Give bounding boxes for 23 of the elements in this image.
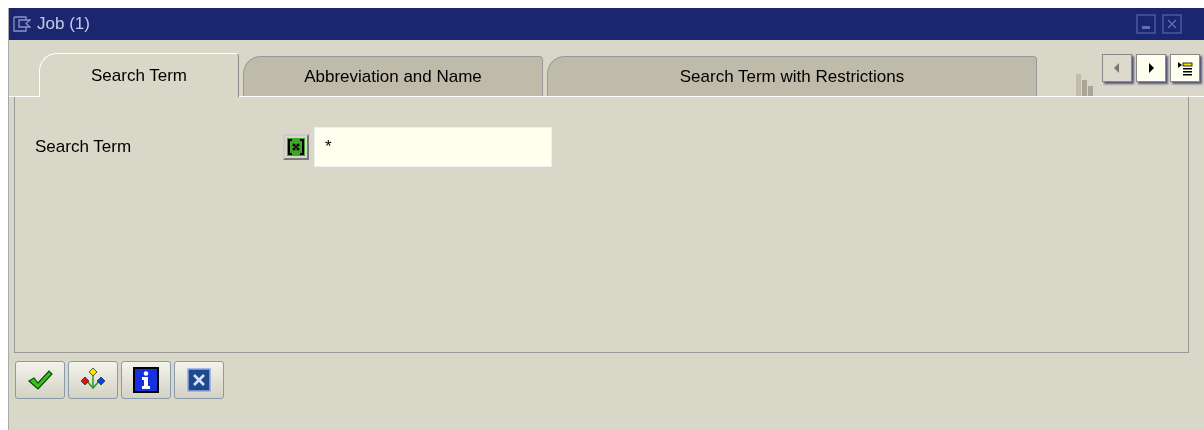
window-icon (13, 16, 31, 32)
tab-list-button[interactable] (1170, 54, 1200, 82)
hierarchy-button[interactable] (68, 361, 118, 399)
close-icon[interactable] (1162, 14, 1182, 34)
scroll-right-button[interactable] (1136, 54, 1166, 82)
tab[interactable]: Search Term with Restrictions (547, 56, 1037, 96)
info-button[interactable] (121, 361, 171, 399)
field-label: Search Term (34, 137, 133, 157)
info-icon (133, 367, 159, 393)
tab[interactable]: Abbreviation and Name (243, 56, 543, 96)
window-title: Job (1) (37, 14, 90, 34)
checkmark-icon (27, 369, 53, 391)
tab[interactable]: Search Term (39, 53, 239, 97)
list-icon (1177, 60, 1193, 76)
right-arrow-icon (1146, 62, 1156, 74)
cancel-button[interactable] (174, 361, 224, 399)
minimize-icon[interactable] (1136, 14, 1156, 34)
close-icon (187, 368, 211, 392)
left-arrow-icon (1112, 62, 1122, 74)
search-help-icon (286, 137, 306, 157)
search-help-button[interactable] (283, 134, 309, 160)
confirm-button[interactable] (15, 361, 65, 399)
search-term-field[interactable]: * (314, 127, 552, 167)
